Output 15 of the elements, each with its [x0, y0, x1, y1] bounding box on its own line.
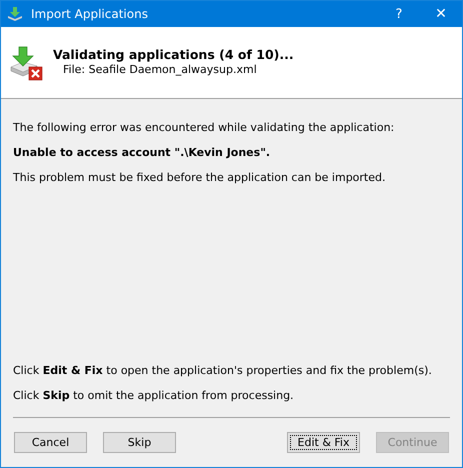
dialog-button[interactable]: Cancel: [14, 432, 87, 453]
message-text: This problem must be fixed before the application can be imported.: [13, 171, 386, 184]
help-button[interactable]: ?: [378, 1, 420, 27]
close-button[interactable]: ✕: [420, 1, 462, 27]
dialog-button[interactable]: Edit & Fix: [287, 432, 360, 453]
window-title: Import Applications: [31, 7, 149, 21]
instruction-text: Click Edit & Fix to open the application's properties and fix the problem(s).: [13, 364, 433, 377]
dialog-button[interactable]: Skip: [103, 432, 176, 453]
download-icon: [7, 6, 23, 22]
instruction-text: Click Skip to omit the application from processing.: [13, 389, 295, 402]
header-title: Validating applications (4 of 10)...: [53, 47, 294, 62]
message-text: The following error was encountered while validating the application:: [13, 121, 396, 134]
import-error-icon: [9, 45, 43, 81]
file-name-text: File: Seafile Daemon_alwaysup.xml: [63, 63, 258, 76]
message-text: Unable to access account ".\Kevin Jones".: [13, 146, 272, 159]
